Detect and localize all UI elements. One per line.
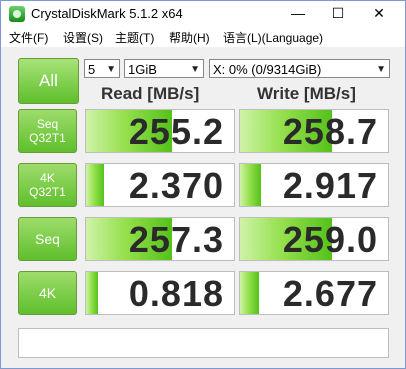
result-value: 2.917 <box>282 165 378 206</box>
test-count-value: 5 <box>88 62 96 77</box>
menu-bar: 文件(F) 设置(S) 主题(T) 帮助(H) 语言(L)(Language) <box>1 27 405 47</box>
seq-button[interactable]: Seq <box>18 217 77 261</box>
result-bar <box>86 272 98 314</box>
result-value: 257.3 <box>128 219 224 260</box>
row-label-line1: Seq <box>36 117 59 131</box>
result-value: 0.818 <box>128 273 224 314</box>
row-label-line1: Seq <box>35 231 60 247</box>
4k-q32t1-button[interactable]: 4K Q32T1 <box>18 163 77 207</box>
4k-write-result: 2.677 <box>239 271 389 315</box>
run-all-button[interactable]: All <box>18 58 79 104</box>
seq-read-result: 257.3 <box>85 217 235 261</box>
close-button[interactable]: ✕ <box>359 1 399 27</box>
result-bar <box>240 164 261 206</box>
result-bar <box>86 164 104 206</box>
chevron-down-icon: ▼ <box>190 64 200 75</box>
row-label-line1: 4K <box>40 171 55 185</box>
write-column-header: Write [MB/s] <box>257 84 356 103</box>
read-column-header: Read [MB/s] <box>101 84 200 103</box>
4k-read-result: 0.818 <box>85 271 235 315</box>
4k-q32t1-read-result: 2.370 <box>85 163 235 207</box>
window-title: CrystalDiskMark 5.1.2 x64 <box>31 6 183 21</box>
result-bar <box>240 272 260 314</box>
chevron-down-icon: ▼ <box>376 64 386 75</box>
seq-q32t1-button[interactable]: Seq Q32T1 <box>18 109 77 153</box>
4k-q32t1-write-result: 2.917 <box>239 163 389 207</box>
crystaldiskmark-app-icon <box>9 6 25 22</box>
result-value: 2.677 <box>282 273 378 314</box>
row-label-line1: 4K <box>38 285 57 301</box>
test-size-value: 1GiB <box>128 62 157 77</box>
row-label-line2: Q32T1 <box>29 185 66 199</box>
chevron-down-icon: ▼ <box>106 64 116 75</box>
drive-select[interactable]: X: 0% (0/9314GiB) ▼ <box>209 59 390 78</box>
test-count-select[interactable]: 5 ▼ <box>84 59 120 78</box>
seq-q32t1-write-result: 258.7 <box>239 109 389 153</box>
row-label-line2: Q32T1 <box>29 131 66 145</box>
menu-theme[interactable]: 主题(T) <box>115 29 154 46</box>
menu-help[interactable]: 帮助(H) <box>169 29 210 46</box>
title-bar: CrystalDiskMark 5.1.2 x64 — ☐ ✕ <box>1 1 405 27</box>
minimize-button[interactable]: — <box>278 1 318 27</box>
result-value: 258.7 <box>282 111 378 152</box>
result-value: 2.370 <box>128 165 224 206</box>
maximize-button[interactable]: ☐ <box>318 1 358 27</box>
menu-language[interactable]: 语言(L)(Language) <box>223 29 323 46</box>
4k-button[interactable]: 4K <box>18 271 77 315</box>
menu-file[interactable]: 文件(F) <box>9 29 48 46</box>
comment-field[interactable] <box>18 328 389 358</box>
test-size-select[interactable]: 1GiB ▼ <box>124 59 204 78</box>
menu-settings[interactable]: 设置(S) <box>63 29 103 46</box>
result-value: 255.2 <box>128 111 224 152</box>
drive-value: X: 0% (0/9314GiB) <box>213 62 322 77</box>
result-value: 259.0 <box>282 219 378 260</box>
seq-q32t1-read-result: 255.2 <box>85 109 235 153</box>
seq-write-result: 259.0 <box>239 217 389 261</box>
app-window: CrystalDiskMark 5.1.2 x64 — ☐ ✕ 文件(F) 设置… <box>0 0 406 369</box>
